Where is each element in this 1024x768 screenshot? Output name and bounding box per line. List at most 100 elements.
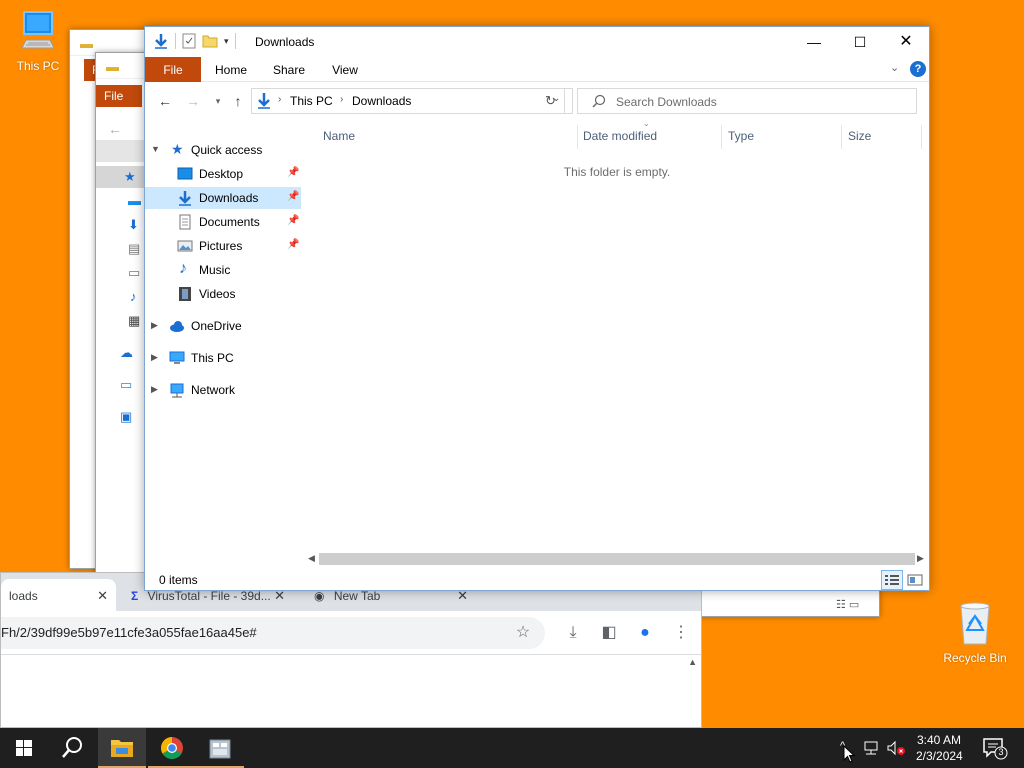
chrome-tab-active[interactable]: loads ✕ [1, 579, 116, 611]
taskbar-file-explorer[interactable] [98, 728, 146, 768]
nav-onedrive[interactable]: ▶ OneDrive [145, 315, 301, 337]
computer-icon [21, 11, 55, 49]
breadcrumb-downloads[interactable]: Downloads [352, 94, 411, 108]
item-count: 0 items [159, 573, 198, 587]
expand-chevron-icon[interactable]: ▶ [151, 384, 158, 395]
back-arrow-icon: ← [108, 121, 122, 137]
nav-item-music[interactable]: ♪ Music [145, 259, 301, 281]
column-header-name[interactable]: Name [323, 129, 355, 143]
horizontal-scrollbar[interactable]: ◀ ▶ [305, 551, 929, 568]
volume-muted-icon[interactable] [886, 740, 906, 756]
taskbar-app[interactable] [196, 728, 244, 768]
profile-icon[interactable]: ● [633, 621, 657, 645]
picture-icon [177, 240, 193, 252]
desktop-icon [177, 167, 193, 180]
music-icon: ♪ [130, 289, 137, 304]
tab-home[interactable]: Home [207, 57, 255, 82]
search-placeholder: Search Downloads [616, 95, 717, 109]
breadcrumb-this-pc[interactable]: This PC [290, 94, 333, 108]
nav-network[interactable]: ▶ Network [145, 379, 301, 401]
expand-ribbon-icon[interactable]: ⌄ [890, 61, 899, 74]
nav-item-documents[interactable]: Documents 📌 [145, 211, 301, 233]
nav-item-desktop[interactable]: Desktop 📌 [145, 163, 301, 185]
nav-item-videos[interactable]: Videos [145, 283, 301, 305]
chrome-window[interactable]: loads ✕ Σ VirusTotal - File - 39d... ✕ ◉… [0, 572, 702, 728]
tab-share[interactable]: Share [265, 57, 313, 82]
expand-chevron-icon[interactable]: ▶ [151, 320, 158, 331]
large-icons-view-icon[interactable] [907, 572, 923, 588]
breadcrumb-separator-icon[interactable]: › [340, 94, 343, 105]
scroll-left-icon[interactable]: ◀ [308, 553, 315, 564]
bg-nav-selected [96, 140, 146, 162]
nav-label: Quick access [191, 143, 263, 157]
nav-item-pictures[interactable]: Pictures 📌 [145, 235, 301, 257]
nav-quick-access[interactable]: ▼ ★ Quick access [145, 139, 301, 161]
refresh-icon[interactable]: ↻ [537, 88, 565, 114]
network-status-icon[interactable] [862, 740, 880, 756]
customize-qa-dropdown-icon[interactable]: ▾ [224, 36, 229, 47]
status-bar: 0 items [145, 569, 929, 591]
pin-icon: 📌 [287, 239, 300, 250]
forward-arrow-icon[interactable]: → [183, 91, 203, 111]
notification-count: 3 [998, 747, 1004, 757]
explorer-titlebar[interactable]: ▾ Downloads — ☐ ✕ [145, 27, 929, 57]
onedrive-icon: ☁ [120, 345, 133, 360]
column-header-date-modified[interactable]: Date modified [583, 129, 657, 143]
download-icon[interactable]: ⤓ [561, 621, 585, 645]
recent-locations-chevron-icon[interactable]: ▾ [208, 91, 228, 111]
taskbar-search-button[interactable] [48, 728, 96, 768]
desktop-this-pc[interactable]: This PC [0, 8, 76, 73]
music-icon: ♪ [179, 260, 187, 277]
download-icon[interactable] [153, 33, 169, 49]
chrome-tab-title: loads [9, 589, 38, 603]
folder-icon: ▬ [80, 36, 93, 51]
maximize-button[interactable]: ☐ [837, 27, 883, 57]
details-view-button[interactable] [881, 570, 903, 590]
back-arrow-icon[interactable]: ← [155, 91, 175, 111]
sort-caret-icon: ⌄ [643, 119, 650, 128]
action-center-button[interactable]: 3 [982, 736, 1008, 763]
pc-icon: ▭ [120, 377, 133, 392]
minimize-button[interactable]: — [791, 27, 837, 57]
nav-this-pc[interactable]: ▶ This PC [145, 347, 301, 369]
column-divider[interactable] [721, 125, 722, 149]
taskbar-chrome[interactable] [148, 728, 196, 768]
pin-icon: 📌 [287, 167, 300, 178]
explorer-window[interactable]: ▾ Downloads — ☐ ✕ File Home Share View ⌄… [144, 26, 930, 591]
new-folder-icon[interactable] [202, 33, 218, 49]
search-input[interactable]: Search Downloads [577, 88, 917, 114]
chrome-omnibox[interactable]: Fh/2/39df99e5b97e11cfe3a055fae16aa45e# [1, 617, 545, 649]
up-arrow-icon[interactable]: ↑ [228, 91, 248, 111]
column-divider[interactable] [841, 125, 842, 149]
column-header-size[interactable]: Size [848, 129, 871, 143]
collapse-chevron-icon[interactable]: ▼ [151, 144, 160, 154]
tab-view[interactable]: View [321, 57, 369, 82]
close-button[interactable]: ✕ [883, 27, 929, 57]
column-divider[interactable] [921, 125, 922, 149]
scrollbar-thumb[interactable] [319, 553, 915, 565]
desktop-recycle-bin[interactable]: Recycle Bin [937, 600, 1013, 665]
address-bar[interactable]: › This PC › Downloads ⌄ [251, 88, 573, 114]
column-divider[interactable] [577, 125, 578, 149]
start-button[interactable] [0, 728, 48, 768]
tab-file[interactable]: File [145, 57, 201, 82]
bg-file-tab-2[interactable]: File [96, 85, 142, 107]
close-tab-icon[interactable]: ✕ [97, 588, 108, 604]
nav-item-downloads[interactable]: Downloads 📌 [145, 187, 301, 209]
bookmark-star-icon[interactable]: ☆ [511, 621, 535, 645]
side-panel-icon[interactable]: ◧ [597, 621, 621, 645]
scroll-right-icon[interactable]: ▶ [917, 553, 924, 564]
system-clock[interactable]: 3:40 AM 2/3/2024 [916, 732, 963, 764]
chrome-icon: ◉ [314, 589, 325, 603]
quick-access-toolbar: ▾ [153, 33, 236, 49]
breadcrumb-separator-icon[interactable]: › [278, 94, 281, 105]
properties-icon[interactable] [182, 33, 196, 49]
scroll-up-icon[interactable]: ▲ [688, 657, 697, 667]
app-icon [209, 739, 231, 759]
expand-chevron-icon[interactable]: ▶ [151, 352, 158, 363]
nav-label: Videos [199, 287, 236, 301]
help-icon[interactable]: ? [910, 61, 926, 77]
document-icon [179, 214, 191, 230]
menu-dots-icon[interactable]: ⋮ [669, 621, 693, 645]
column-header-type[interactable]: Type [728, 129, 754, 143]
